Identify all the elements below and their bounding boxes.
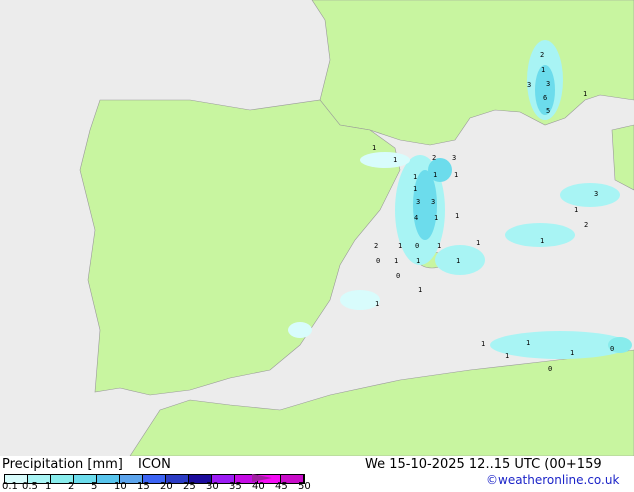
precip-value-label: 1 [540, 237, 544, 245]
precip-value-label: 1 [583, 90, 587, 98]
legend-tick: 10 [114, 481, 127, 492]
precip-value-label: 1 [413, 173, 417, 181]
precip-value-label: 1 [456, 257, 460, 265]
precipitation-map: 11 2 3213 36 151 1 113 34 1 12 1 0 1 10 1 1 101131211111… [0, 0, 634, 456]
legend-tick: 0.5 [22, 481, 38, 492]
precip-value-label: 0 [396, 272, 400, 280]
precip-value-label: 1 [570, 349, 574, 357]
precip-value-label: 3 [452, 154, 456, 162]
precip-value-label: 0 [415, 242, 419, 250]
legend-tick: 1 [45, 481, 52, 492]
precip-value-label: 1 [574, 206, 578, 214]
precip-value-label: 3 [594, 190, 598, 198]
precip-value-label: 3 [416, 198, 420, 206]
precip-area [360, 152, 410, 168]
precip-value-label: 6 [543, 94, 547, 102]
precip-value-label: 1 [433, 171, 437, 179]
precip-value-label: 2 [584, 221, 588, 229]
legend-tick: 50 [298, 481, 311, 492]
precip-value-label: 1 [393, 156, 397, 164]
precip-value-label: 5 [546, 107, 550, 115]
precip-area [288, 322, 312, 338]
precip-value-label: 1 [434, 214, 438, 222]
legend-tick: 2 [68, 481, 75, 492]
legend-tick: 25 [183, 481, 196, 492]
legend-tick: 0.1 [2, 481, 18, 492]
precip-value-label: 1 [476, 239, 480, 247]
legend-tick: 35 [229, 481, 242, 492]
precip-value-label: 2 [432, 154, 436, 162]
precip-value-label: 1 [505, 352, 509, 360]
legend-title: Precipitation [mm] [2, 457, 123, 472]
precip-value-label: 1 [526, 339, 530, 347]
precip-value-label: 3 [431, 198, 435, 206]
valid-time: We 15-10-2025 12..15 UTC (00+159 [365, 457, 602, 472]
precip-area [340, 290, 380, 310]
precip-value-label: 0 [610, 345, 614, 353]
precip-value-label: 1 [454, 171, 458, 179]
precip-value-label: 1 [416, 257, 420, 265]
credit-link[interactable]: ©weatheronline.co.uk [486, 473, 619, 487]
legend-tick: 40 [252, 481, 265, 492]
legend-tick: 45 [275, 481, 288, 492]
legend-tick: 20 [160, 481, 173, 492]
precip-area [560, 183, 620, 207]
precip-value-label: 2 [374, 242, 378, 250]
precip-value-label: 1 [455, 212, 459, 220]
precip-value-label: 1 [481, 340, 485, 348]
precip-value-label: 1 [541, 66, 545, 74]
precip-value-label: 0 [376, 257, 380, 265]
precip-value-label: 1 [418, 286, 422, 294]
precip-value-label: 3 [546, 80, 550, 88]
model-name: ICON [138, 457, 171, 472]
precip-value-label: 1 [413, 185, 417, 193]
precip-value-label: 2 [540, 51, 544, 59]
precip-value-label: 1 [375, 300, 379, 308]
legend-tick: 5 [91, 481, 98, 492]
land-sardinia [611, 124, 634, 191]
precip-value-label: 1 [398, 242, 402, 250]
legend-tick: 15 [137, 481, 150, 492]
legend-tick: 30 [206, 481, 219, 492]
precip-value-label: 1 [437, 242, 441, 250]
precip-value-label: 0 [548, 365, 552, 373]
precip-value-label: 1 [372, 144, 376, 152]
precip-value-label: 4 [414, 214, 418, 222]
precip-value-label: 3 [527, 81, 531, 89]
precip-value-label: 1 [394, 257, 398, 265]
